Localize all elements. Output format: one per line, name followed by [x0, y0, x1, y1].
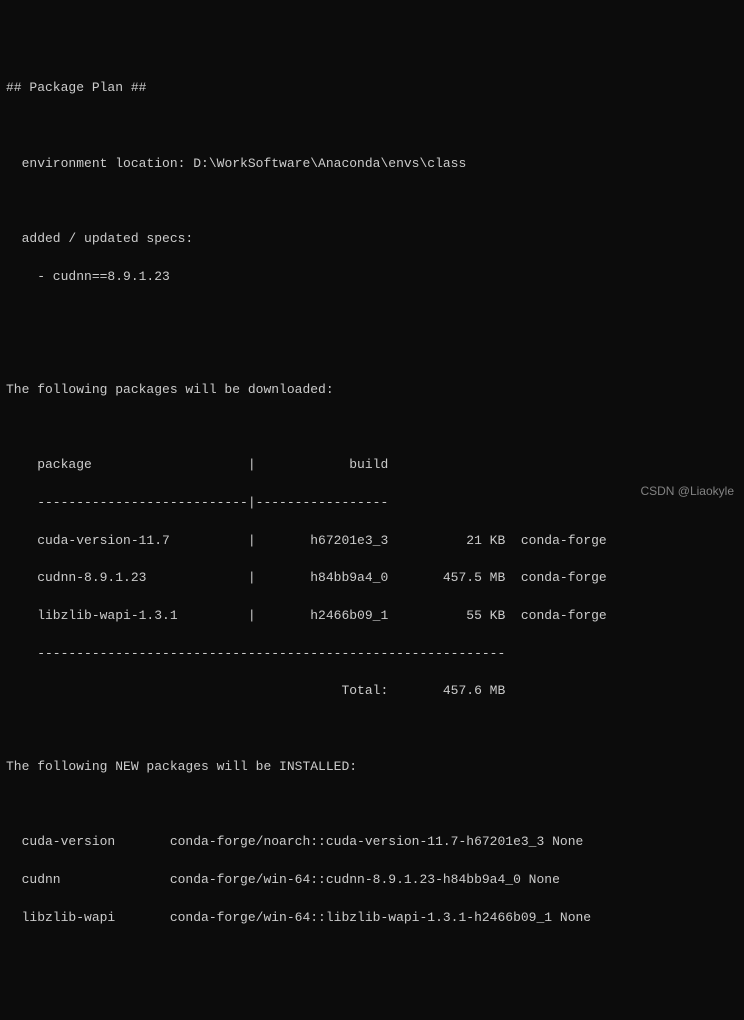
blank — [6, 306, 738, 325]
plan-header: ## Package Plan ## — [6, 79, 738, 98]
download-header: The following packages will be downloade… — [6, 381, 738, 400]
env-label: environment location: — [6, 156, 193, 171]
watermark: CSDN @Liaokyle — [640, 483, 734, 500]
install-header: The following NEW packages will be INSTA… — [6, 758, 738, 777]
table-row: cuda-version-11.7 | h67201e3_3 21 KB con… — [6, 532, 738, 551]
spec-item: - cudnn==8.9.1.23 — [6, 268, 738, 287]
table-row: cudnn-8.9.1.23 | h84bb9a4_0 457.5 MB con… — [6, 569, 738, 588]
install-item: cuda-version conda-forge/noarch::cuda-ve… — [6, 833, 738, 852]
blank — [6, 946, 738, 965]
install-item: cudnn conda-forge/win-64::cudnn-8.9.1.23… — [6, 871, 738, 890]
table-row: libzlib-wapi-1.3.1 | h2466b09_1 55 KB co… — [6, 607, 738, 626]
blank — [6, 720, 738, 739]
table-rule: ----------------------------------------… — [6, 645, 738, 664]
total-line: Total: 457.6 MB — [6, 682, 738, 701]
added-label: added / updated specs: — [6, 230, 738, 249]
blank — [6, 343, 738, 362]
blank — [6, 419, 738, 438]
env-line: environment location: D:\WorkSoftware\An… — [6, 155, 738, 174]
table-header: package | build — [6, 456, 738, 475]
blank — [6, 795, 738, 814]
env-path: D:\WorkSoftware\Anaconda\envs\class — [193, 156, 466, 171]
blank — [6, 192, 738, 211]
blank — [6, 117, 738, 136]
blank — [6, 984, 738, 1003]
install-item: libzlib-wapi conda-forge/win-64::libzlib… — [6, 909, 738, 928]
